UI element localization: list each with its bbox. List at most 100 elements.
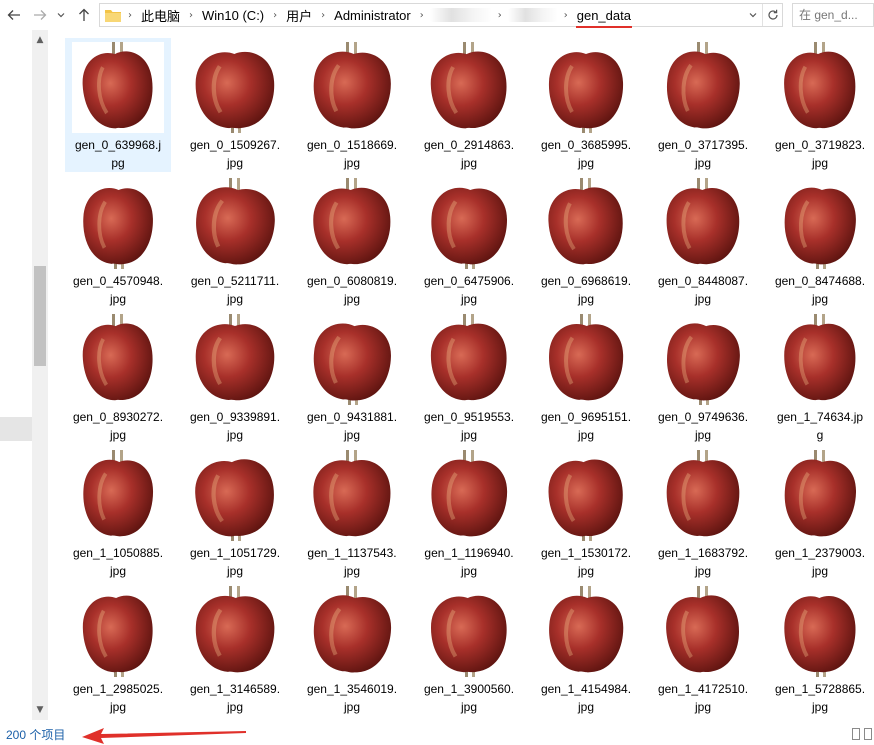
file-item[interactable]: gen_1_3546019. jpg (299, 582, 405, 716)
file-item[interactable]: gen_0_1509267. jpg (182, 38, 288, 172)
file-name-line: jpg (226, 428, 243, 442)
file-name-line: gen_0_9431881. (306, 410, 398, 424)
file-item[interactable]: gen_0_8930272. jpg (65, 310, 171, 444)
file-name-line: jpg (343, 156, 360, 170)
breadcrumb-separator-icon: › (128, 9, 132, 21)
file-name: gen_1_1530172. jpg (534, 544, 638, 580)
file-item[interactable]: gen_0_9431881.jpg (299, 310, 405, 444)
file-item[interactable]: gen_0_6475906. jpg (416, 174, 522, 308)
breadcrumb-administrator[interactable]: Administrator (331, 8, 414, 23)
file-name-line: jpg (343, 292, 360, 306)
scroll-down-icon[interactable]: ▼ (32, 702, 48, 718)
file-item[interactable]: gen_1_3146589. jpg (182, 582, 288, 716)
file-name-line: jpg (811, 292, 828, 306)
file-item[interactable]: gen_0_8474688. jpg (767, 174, 873, 308)
file-item[interactable]: gen_1_74634.jp g (767, 310, 873, 444)
file-name-line: gen_1_3146589. (189, 682, 281, 696)
file-item[interactable]: gen_1_3900560. jpg (416, 582, 522, 716)
file-name: gen_1_4154984. jpg (534, 680, 638, 716)
file-name: gen_0_639968.j pg (66, 136, 170, 172)
navigation-pane[interactable] (0, 30, 32, 720)
file-grid: gen_0_639968.j pg gen_0_1509267. jpg gen_0_1… (65, 38, 874, 718)
file-name: gen_0_9431881.jpg (300, 408, 404, 444)
file-item[interactable]: gen_0_1518669. jpg (299, 38, 405, 172)
breadcrumb-redacted-folder[interactable] (507, 8, 558, 22)
file-item[interactable]: gen_1_1683792. jpg (650, 446, 756, 580)
breadcrumb-users[interactable]: 用户 (283, 6, 315, 25)
back-button[interactable] (4, 4, 24, 26)
apple-thumbnail-icon (774, 42, 866, 133)
file-name-line: jpg (811, 700, 828, 714)
file-item[interactable]: gen_1_1196940. jpg (416, 446, 522, 580)
file-item[interactable]: gen_1_2985025. jpg (65, 582, 171, 716)
breadcrumb-this-pc[interactable]: 此电脑 (138, 6, 183, 25)
breadcrumb-gen-data[interactable]: gen_data (574, 8, 634, 28)
file-item[interactable]: gen_1_1530172. jpg (533, 446, 639, 580)
forward-button[interactable] (30, 4, 50, 26)
file-name-line: jpg (343, 700, 360, 714)
file-name: gen_0_5211711. jpg (183, 272, 287, 308)
apple-thumbnail-icon (540, 586, 632, 677)
file-item[interactable]: gen_1_4172510.jpg (650, 582, 756, 716)
address-bar[interactable]: › 此电脑 › Win10 (C:) › 用户 › Administrator … (99, 3, 783, 28)
file-item[interactable]: gen_0_9519553. jpg (416, 310, 522, 444)
file-view[interactable]: gen_0_639968.j pg gen_0_1509267. jpg gen_0_1… (48, 30, 874, 720)
file-name: gen_0_1518669. jpg (300, 136, 404, 172)
apple-thumbnail-icon (72, 450, 164, 541)
apple-thumbnail-icon (189, 586, 281, 677)
scroll-up-icon[interactable]: ▲ (32, 32, 48, 48)
breadcrumb-redacted-folder[interactable] (429, 8, 492, 22)
file-name-line: jpg (109, 700, 126, 714)
file-item[interactable]: gen_0_8448087. jpg (650, 174, 756, 308)
search-input[interactable]: 在 gen_d... (792, 3, 874, 27)
file-item[interactable]: gen_1_1050885. jpg (65, 446, 171, 580)
file-name-line: jpg (109, 292, 126, 306)
file-item[interactable]: gen_0_4570948.jpg (65, 174, 171, 308)
file-item[interactable]: gen_0_5211711. jpg (182, 174, 288, 308)
file-item[interactable]: gen_0_3719823. jpg (767, 38, 873, 172)
refresh-icon (767, 9, 778, 20)
file-item[interactable]: gen_1_4154984. jpg (533, 582, 639, 716)
scrollbar-thumb[interactable] (34, 266, 46, 366)
file-item[interactable]: gen_0_9339891. jpg (182, 310, 288, 444)
file-name-line: gen_1_4172510. (657, 682, 749, 696)
file-name-line: gen_0_4570948. (72, 274, 164, 288)
file-name-line: g (816, 428, 824, 442)
apple-thumbnail-icon (774, 450, 866, 541)
apple-thumbnail-icon (774, 314, 866, 405)
file-name-line: gen_1_4154984. (540, 682, 632, 696)
file-item[interactable]: gen_0_639968.j pg (65, 38, 171, 172)
file-item[interactable]: gen_1_2379003.jpg (767, 446, 873, 580)
details-view-icon[interactable] (852, 728, 860, 740)
recent-locations-button[interactable] (54, 4, 68, 26)
file-item[interactable]: gen_1_1051729. jpg (182, 446, 288, 580)
file-item[interactable]: gen_0_2914863. jpg (416, 38, 522, 172)
file-name: gen_0_8474688. jpg (768, 272, 872, 308)
navigation-pane-selected-item[interactable] (0, 417, 32, 441)
address-dropdown-button[interactable] (744, 4, 762, 26)
file-name-line: gen_1_3900560. (423, 682, 515, 696)
large-icons-view-icon[interactable] (864, 728, 872, 740)
refresh-button[interactable] (762, 4, 782, 26)
file-name-line: gen_1_2379003. (774, 546, 866, 560)
apple-thumbnail-icon (540, 178, 632, 269)
arrow-right-icon (34, 10, 47, 20)
up-button[interactable] (74, 4, 94, 26)
file-name-line: jpg (811, 564, 828, 578)
file-item[interactable]: gen_0_6968619. jpg (533, 174, 639, 308)
file-item[interactable]: gen_0_9749636. jpg (650, 310, 756, 444)
apple-thumbnail-icon (657, 314, 749, 405)
file-name-line: gen_1_1137543. (307, 546, 397, 560)
navigation-pane-scrollbar[interactable]: ▲ ▼ (32, 30, 48, 720)
file-item[interactable]: gen_0_9695151. jpg (533, 310, 639, 444)
file-name-line: jpg (343, 428, 360, 442)
file-item[interactable]: gen_1_1137543. jpg (299, 446, 405, 580)
file-name-line: gen_0_2914863. (423, 138, 515, 152)
breadcrumb-drive-c[interactable]: Win10 (C:) (199, 8, 267, 23)
file-item[interactable]: gen_0_3685995. jpg (533, 38, 639, 172)
file-item[interactable]: gen_1_5728865. jpg (767, 582, 873, 716)
file-item[interactable]: gen_0_3717395. jpg (650, 38, 756, 172)
file-name-line: jpg (694, 700, 711, 714)
file-name-line: jpg (226, 564, 243, 578)
file-item[interactable]: gen_0_6080819. jpg (299, 174, 405, 308)
